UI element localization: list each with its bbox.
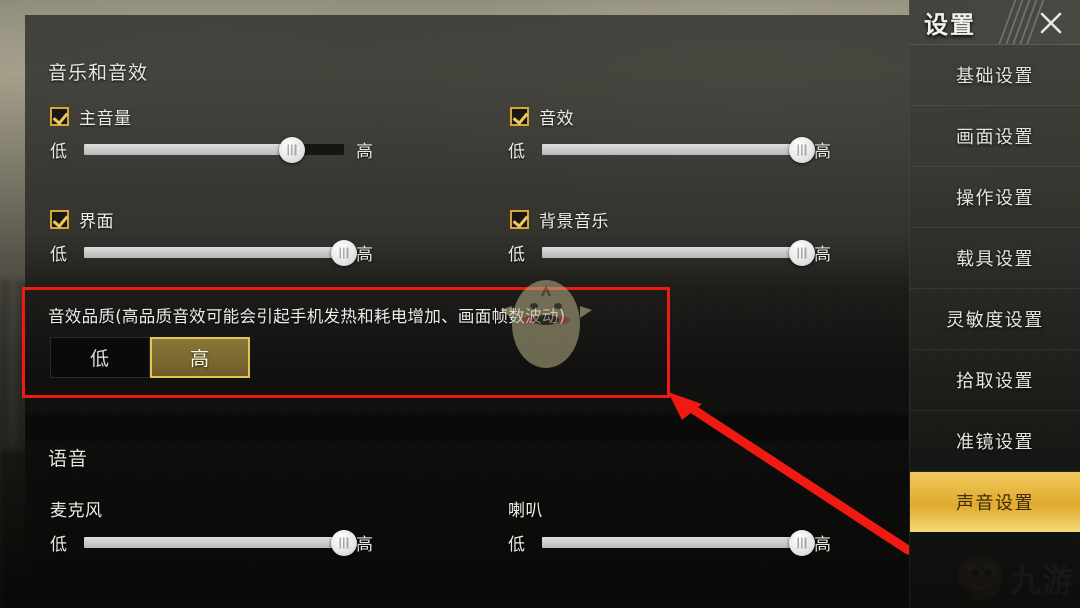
slider-high-label-sound-effects: 高 [814, 142, 831, 162]
slider-row-microphone[interactable]: 低 高 [50, 529, 373, 556]
slider-fill-interface [84, 247, 344, 258]
checkbox-row-interface[interactable]: 界面 [50, 207, 114, 232]
checkbox-interface[interactable] [50, 210, 69, 229]
voice-section-title: 语音 [48, 448, 89, 470]
slider-low-label-speaker: 低 [508, 535, 525, 555]
slider-high-label-master-volume: 高 [356, 142, 373, 162]
slider-knob-master-volume[interactable] [279, 136, 305, 163]
sidebar-header: 设置 [910, 0, 1080, 45]
slider-knob-speaker[interactable] [789, 529, 815, 556]
sidebar-item-pickup[interactable]: 拾取设置 [910, 350, 1080, 411]
label-speaker: 喇叭 [508, 501, 543, 521]
close-x-icon[interactable] [1036, 8, 1066, 38]
chick-mascot-icon [500, 280, 592, 368]
sidebar-item-vehicle[interactable]: 载具设置 [910, 228, 1080, 289]
checkbox-label-interface: 界面 [79, 212, 114, 232]
slider-low-label-interface: 低 [50, 245, 67, 265]
slider-high-label-microphone: 高 [356, 535, 373, 555]
sidebar-item-sensitivity[interactable]: 灵敏度设置 [910, 289, 1080, 350]
slider-track-sound-effects[interactable] [542, 136, 815, 163]
sidebar-item-sound[interactable]: 声音设置 [910, 472, 1080, 532]
checkbox-row-sound-effects[interactable]: 音效 [510, 104, 574, 129]
slider-row-master-volume[interactable]: 低 高 [50, 136, 373, 163]
slider-track-speaker[interactable] [542, 529, 815, 556]
slider-track-interface[interactable] [84, 239, 357, 266]
slider-fill-sound-effects [542, 144, 802, 155]
slider-knob-interface[interactable] [331, 239, 357, 266]
checkbox-background-music[interactable] [510, 210, 529, 229]
slider-knob-background-music[interactable] [789, 239, 815, 266]
slider-knob-sound-effects[interactable] [789, 136, 815, 163]
sidebar-item-basic[interactable]: 基础设置 [910, 45, 1080, 106]
settings-sidebar: 设置 基础设置 画面设置 操作设置 载具设置 灵敏度设置 拾取设置 准镜设置 声… [909, 0, 1080, 608]
slider-high-label-speaker: 高 [814, 535, 831, 555]
sidebar-title: 设置 [924, 10, 976, 39]
slider-fill-microphone [84, 537, 344, 548]
checkbox-master-volume[interactable] [50, 107, 69, 126]
checkbox-row-master-volume[interactable]: 主音量 [50, 104, 132, 129]
sidebar-item-graphics[interactable]: 画面设置 [910, 106, 1080, 167]
slider-low-label-master-volume: 低 [50, 142, 67, 162]
label-microphone: 麦克风 [50, 501, 103, 521]
slider-knob-microphone[interactable] [331, 529, 357, 556]
checkbox-label-sound-effects: 音效 [539, 109, 574, 129]
slider-fill-master-volume [84, 144, 292, 155]
slider-fill-background-music [542, 247, 802, 258]
slider-high-label-background-music: 高 [814, 245, 831, 265]
sidebar-item-controls[interactable]: 操作设置 [910, 167, 1080, 228]
slider-track-background-music[interactable] [542, 239, 815, 266]
game-settings-screen: 音乐和音效 主音量 低 高 音效 低 高 界面 低 高 背景音乐 低 高 音效品… [0, 0, 1080, 608]
slider-row-speaker[interactable]: 低 高 [508, 529, 831, 556]
slider-fill-speaker [542, 537, 802, 548]
slider-high-label-interface: 高 [356, 245, 373, 265]
slider-track-master-volume[interactable] [84, 136, 344, 163]
slider-track-microphone[interactable] [84, 529, 357, 556]
slider-row-sound-effects[interactable]: 低 高 [508, 136, 831, 163]
section-divider [25, 415, 910, 441]
checkbox-label-master-volume: 主音量 [79, 109, 132, 129]
slider-low-label-sound-effects: 低 [508, 142, 525, 162]
slider-low-label-microphone: 低 [50, 535, 67, 555]
checkbox-sound-effects[interactable] [510, 107, 529, 126]
checkbox-row-background-music[interactable]: 背景音乐 [510, 207, 609, 232]
slider-row-interface[interactable]: 低 高 [50, 239, 373, 266]
audio-section-title: 音乐和音效 [48, 62, 149, 84]
checkbox-label-background-music: 背景音乐 [539, 212, 609, 232]
sidebar-item-scope[interactable]: 准镜设置 [910, 411, 1080, 472]
